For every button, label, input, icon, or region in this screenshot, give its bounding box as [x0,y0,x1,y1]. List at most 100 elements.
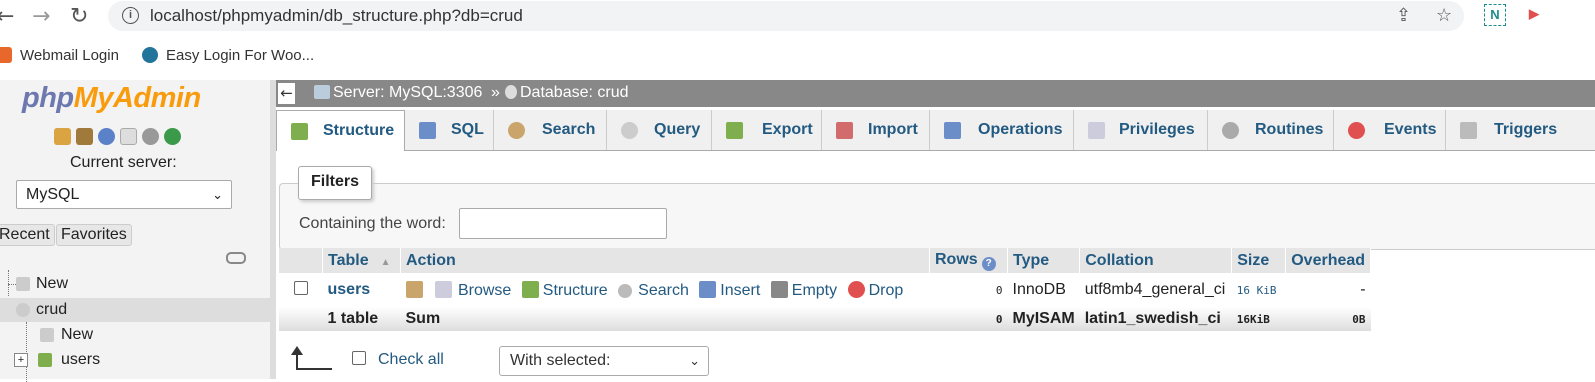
tree-item-crud[interactable]: crud [0,298,270,322]
filters-legend: Filters [298,166,373,200]
tab-structure[interactable]: Structure [276,110,405,151]
browse-icon [434,280,452,298]
navigation-panel: phpMyAdmin Current server: MySQL ⌄ Recent… [0,80,270,382]
docs-icon[interactable] [120,128,137,145]
header-collation[interactable]: Collation [1079,248,1233,273]
tree-item-new[interactable]: New [0,272,270,296]
routines-icon [1222,122,1239,139]
share-icon[interactable]: ⇪ [1396,5,1411,26]
tab-routines[interactable]: Routines [1208,110,1334,150]
recent-tab[interactable]: Recent [0,224,55,246]
header-size[interactable]: Size [1231,248,1287,273]
events-icon [1348,122,1365,139]
header-overhead[interactable]: Overhead [1285,248,1372,273]
sort-asc-icon: ▲ [380,256,391,268]
link-chain-icon[interactable] [226,252,246,264]
tab-import[interactable]: Import [822,110,930,150]
tables-list: Table ▲ Action Rows? Type Collation Size … [279,248,1372,331]
breadcrumb-server[interactable]: Server: MySQL:3306 [314,84,482,102]
export-icon [726,122,743,139]
help-icon[interactable] [98,128,115,145]
chevron-down-icon: ⌄ [689,353,700,368]
tree-item-new-table[interactable]: New [0,323,270,347]
back-icon[interactable]: ← [0,4,14,29]
site-info-icon[interactable]: i [122,7,139,24]
empty-action[interactable]: Empty [770,280,837,299]
star-icon [405,280,423,298]
summary-count: 1 table [322,307,401,331]
size-value[interactable]: 16 KiB [1232,273,1286,307]
browse-action[interactable]: Browse [434,280,511,299]
import-icon [836,122,853,139]
tab-sql[interactable]: SQL [405,110,494,150]
table-name-link[interactable]: users [323,273,401,307]
forward-icon[interactable]: → [32,4,50,29]
drop-icon [847,280,865,298]
bookmark-webmail[interactable]: Webmail Login [0,47,119,64]
tab-privileges[interactable]: Privileges [1074,110,1208,150]
phpmyadmin-logo[interactable]: phpMyAdmin [22,82,201,115]
collapse-nav-button[interactable]: ← [278,83,295,104]
table-header-row: Table ▲ Action Rows? Type Collation Size … [279,248,1372,273]
extension-record-icon[interactable]: ▶ [1524,4,1544,24]
bookmark-star-icon[interactable]: ☆ [1436,5,1452,26]
favorite-star-icon[interactable] [405,280,425,299]
search-action[interactable]: Search [618,282,689,299]
favorites-tab[interactable]: Favorites [56,224,132,246]
tab-events[interactable]: Events [1334,110,1446,150]
header-table[interactable]: Table ▲ [322,248,401,273]
check-all-checkbox[interactable] [352,351,366,365]
structure-action[interactable]: Structure [521,280,608,299]
table-icon [38,353,52,367]
arrow-up-icon [291,346,332,370]
drop-action[interactable]: Drop [847,280,903,299]
tab-triggers[interactable]: Triggers [1446,110,1595,150]
bookmarks-bar: Webmail Login Easy Login For Woo... [0,40,1595,74]
home-icon[interactable] [54,128,71,145]
new-db-icon [16,277,30,291]
address-bar[interactable]: i localhost/phpmyadmin/db_structure.php?… [108,1,1464,31]
tab-export[interactable]: Export [712,110,822,150]
browser-toolbar: ← → ↻ i localhost/phpmyadmin/db_structur… [0,0,1595,34]
bookmark-easy-login[interactable]: Easy Login For Woo... [142,47,314,64]
tab-search[interactable]: Search [494,110,607,150]
database-icon [505,85,517,99]
header-checkbox-col [279,248,323,273]
tab-query[interactable]: Query [607,110,712,150]
help-icon[interactable]: ? [981,256,996,271]
bulk-actions-bar: Check all With selected: ⌄ [276,342,1595,379]
summary-empty-cell [279,307,323,331]
extension-n-icon[interactable]: N [1484,4,1506,26]
summary-type: MyISAM [1007,307,1080,331]
summary-overhead: 0B [1285,307,1371,331]
with-selected-dropdown[interactable]: With selected: ⌄ [499,346,709,376]
empty-icon [770,280,788,298]
logout-icon[interactable] [76,128,93,145]
row-checkbox[interactable] [293,281,308,295]
tree-item-users[interactable]: + users [0,348,270,372]
database-icon [16,303,30,317]
summary-label: Sum [400,307,930,331]
header-rows[interactable]: Rows? [929,248,1008,273]
server-select[interactable]: MySQL ⌄ [16,180,232,209]
tab-operations[interactable]: Operations [930,110,1074,150]
reload-icon[interactable]: ↻ [70,4,88,29]
webmail-icon [0,47,12,63]
filter-input[interactable] [459,208,667,239]
insert-action[interactable]: Insert [699,280,760,299]
reload-nav-icon[interactable] [164,128,181,145]
summary-size: 16KiB [1231,307,1286,331]
header-type[interactable]: Type [1007,248,1081,273]
check-all[interactable]: Check all [352,351,444,369]
breadcrumb-separator: » [491,84,500,101]
expand-plus-icon[interactable]: + [14,353,28,367]
summary-row: 1 table Sum 0 MyISAM latin1_swedish_ci 1… [279,307,1371,331]
summary-rows: 0 [929,307,1008,331]
type-value: InnoDB [1012,281,1066,298]
settings-gear-icon[interactable] [142,128,159,145]
privileges-icon [1088,122,1105,139]
breadcrumb-database[interactable]: Database: crud [505,84,629,102]
url-text[interactable]: localhost/phpmyadmin/db_structure.php?db… [150,6,523,26]
breadcrumb: ← Server: MySQL:3306 » Database: crud [276,80,1595,107]
action-cell: Browse Structure Search Insert Empty Dro… [401,273,930,307]
